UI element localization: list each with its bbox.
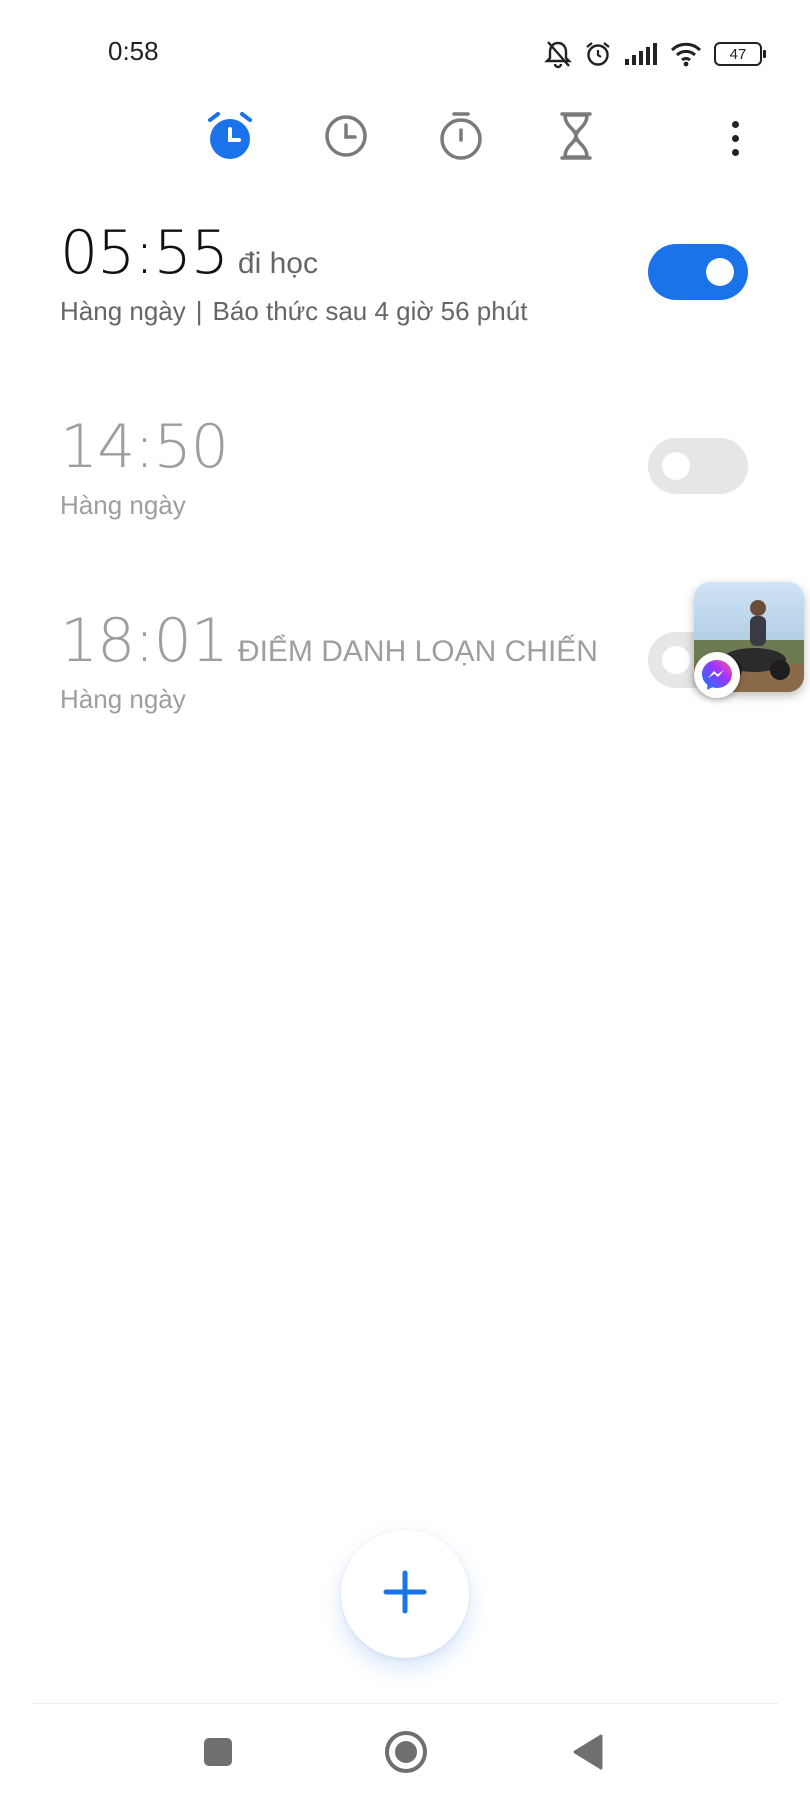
back-triangle-icon bbox=[571, 1733, 605, 1776]
more-dot-icon bbox=[731, 134, 739, 142]
battery-level: 47 bbox=[729, 45, 747, 63]
home-button[interactable] bbox=[378, 1726, 434, 1782]
alarm-remaining: Báo thức sau 4 giờ 56 phút bbox=[212, 296, 528, 326]
alarm-icon bbox=[584, 39, 612, 69]
status-time: 0:58 bbox=[108, 36, 159, 66]
alarm-label: ĐIỂM DANH LOẠN CHIẾN bbox=[237, 635, 598, 668]
alarm-repeat: Hàng ngày bbox=[60, 684, 186, 714]
alarm-time: 05:55 bbox=[60, 218, 229, 288]
alarm-repeat: Hàng ngày bbox=[60, 296, 186, 326]
messenger-icon bbox=[694, 652, 740, 698]
tab-stopwatch[interactable] bbox=[431, 108, 491, 168]
alarm-repeat: Hàng ngày bbox=[60, 490, 186, 520]
bell-off-icon bbox=[544, 39, 572, 69]
alarm-icon bbox=[204, 110, 256, 167]
plus-icon bbox=[382, 1569, 428, 1620]
clock-icon bbox=[322, 112, 370, 165]
wifi-icon bbox=[670, 41, 702, 67]
hourglass-icon bbox=[554, 110, 598, 167]
tab-timer[interactable] bbox=[546, 108, 606, 168]
add-alarm-button[interactable] bbox=[341, 1530, 469, 1658]
toggle-knob bbox=[662, 646, 690, 674]
signal-icon bbox=[624, 42, 658, 66]
more-dot-icon bbox=[731, 120, 739, 128]
home-circle-icon bbox=[384, 1730, 428, 1779]
tab-world-clock[interactable] bbox=[316, 108, 376, 168]
alarm-time: 14:50 bbox=[60, 412, 229, 482]
alarm-toggle[interactable] bbox=[648, 438, 748, 494]
alarm-time: 18:01 bbox=[60, 606, 229, 676]
more-dot-icon bbox=[731, 148, 739, 156]
navigation-bar bbox=[0, 1704, 810, 1800]
separator: | bbox=[195, 296, 203, 326]
status-bar: 0:58 47 bbox=[0, 0, 810, 100]
tab-bar bbox=[0, 108, 810, 168]
alarm-toggle[interactable] bbox=[648, 244, 748, 300]
back-button[interactable] bbox=[560, 1726, 616, 1782]
tab-alarm[interactable] bbox=[200, 108, 260, 168]
toggle-knob bbox=[706, 258, 734, 286]
more-options-button[interactable] bbox=[720, 116, 750, 160]
status-icons: 47 bbox=[544, 34, 766, 74]
recents-square-icon bbox=[202, 1736, 234, 1773]
recents-button[interactable] bbox=[190, 1726, 246, 1782]
toggle-knob bbox=[662, 452, 690, 480]
battery-icon: 47 bbox=[714, 42, 766, 66]
stopwatch-icon bbox=[437, 110, 485, 167]
alarm-label: đi học bbox=[237, 247, 318, 280]
